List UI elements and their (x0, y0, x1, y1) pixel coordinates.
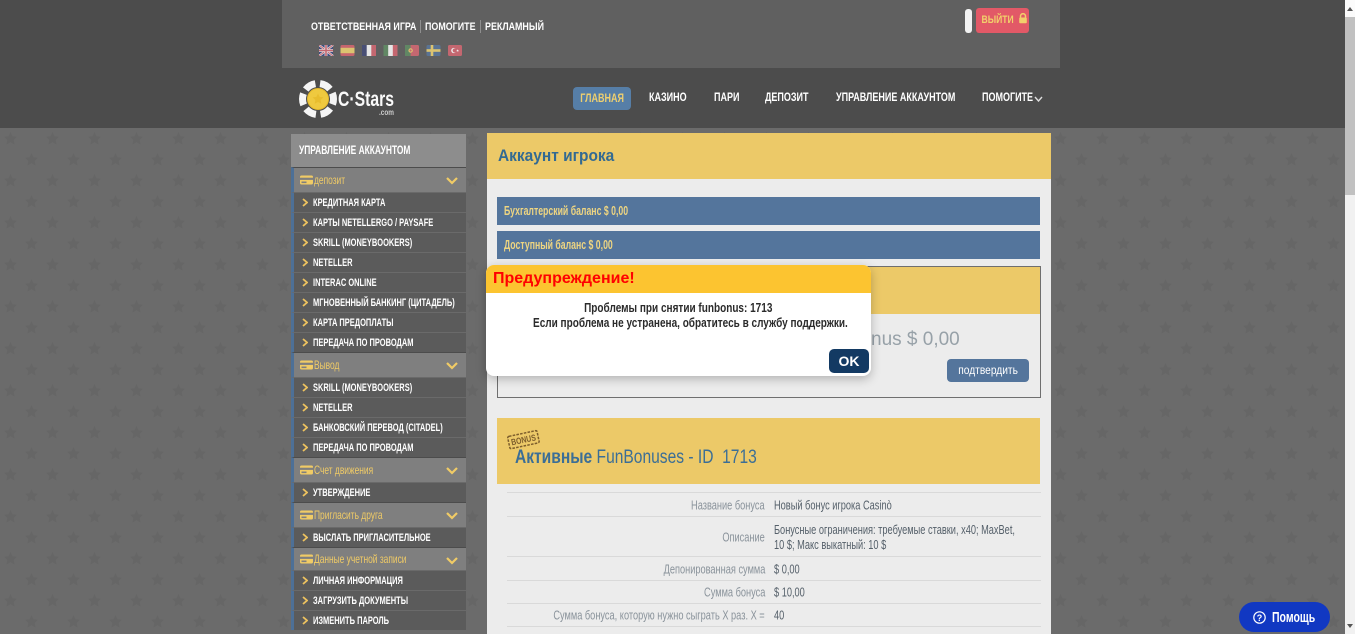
svg-text:.com: .com (379, 108, 394, 117)
svg-text:?: ? (1257, 613, 1263, 623)
